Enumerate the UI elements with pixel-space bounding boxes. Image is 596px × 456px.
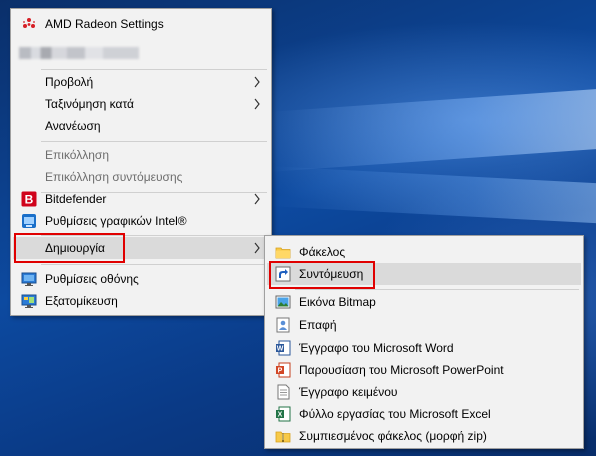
word-icon: W	[275, 340, 291, 356]
desktop-context-menu: AMD Radeon Settings Προβολή Ταξινόμηση κ…	[10, 8, 272, 316]
menu-item-label: Παρουσίαση του Microsoft PowerPoint	[299, 363, 504, 377]
menu-separator	[41, 235, 267, 236]
menu-item-label: Επαφή	[299, 318, 337, 332]
menu-item-display-settings[interactable]: Ρυθμίσεις οθόνης	[13, 268, 269, 290]
submenu-item-excel-worksheet[interactable]: X Φύλλο εργασίας του Microsoft Excel	[267, 403, 581, 425]
menu-item-label: Επικόλληση συντόμευσης	[45, 170, 183, 184]
menu-item-label: Έγγραφο κειμένου	[299, 385, 398, 399]
text-document-icon	[275, 384, 291, 400]
chevron-right-icon	[254, 242, 260, 254]
menu-item-paste: Επικόλληση	[13, 144, 269, 166]
menu-item-label: Προβολή	[45, 75, 94, 89]
menu-item-new[interactable]: Δημιουργία	[13, 237, 269, 259]
shortcut-icon	[275, 266, 291, 282]
submenu-item-word-document[interactable]: W Έγγραφο του Microsoft Word	[267, 337, 581, 359]
menu-item-paste-shortcut: Επικόλληση συντόμευσης	[13, 166, 269, 188]
menu-item-label: Ρυθμίσεις γραφικών Intel®	[45, 214, 187, 228]
chevron-right-icon	[254, 76, 260, 88]
menu-item-label: Συμπιεσμένος φάκελος (μορφή zip)	[299, 429, 487, 443]
menu-item-personalize[interactable]: Εξατομίκευση	[13, 290, 269, 312]
redacted-blur	[19, 47, 139, 59]
menu-item-label: Έγγραφο του Microsoft Word	[299, 341, 454, 355]
svg-text:X: X	[278, 412, 283, 419]
amd-radeon-icon	[21, 16, 37, 32]
menu-separator	[41, 264, 267, 265]
menu-item-label: Συντόμευση	[299, 267, 364, 281]
intel-graphics-icon	[21, 213, 37, 229]
menu-item-label: Εξατομίκευση	[45, 294, 118, 308]
menu-item-redacted[interactable]	[13, 42, 269, 62]
menu-item-view[interactable]: Προβολή	[13, 71, 269, 93]
submenu-item-powerpoint-presentation[interactable]: P Παρουσίαση του Microsoft PowerPoint	[267, 359, 581, 381]
menu-item-refresh[interactable]: Ανανέωση	[13, 115, 269, 137]
svg-text:B: B	[25, 193, 34, 207]
menu-item-label: Ρυθμίσεις οθόνης	[45, 272, 139, 286]
menu-item-label: Bitdefender	[45, 192, 107, 206]
menu-item-label: Φάκελος	[299, 245, 346, 259]
menu-item-intel-graphics-settings[interactable]: Ρυθμίσεις γραφικών Intel®	[13, 210, 269, 232]
submenu-item-contact[interactable]: Επαφή	[267, 314, 581, 336]
menu-item-label: Εικόνα Bitmap	[299, 295, 376, 309]
zip-folder-icon	[275, 428, 291, 444]
menu-separator	[41, 69, 267, 70]
excel-icon: X	[275, 406, 291, 422]
menu-separator	[41, 141, 267, 142]
chevron-right-icon	[254, 98, 260, 110]
menu-separator	[295, 289, 579, 290]
submenu-item-text-document[interactable]: Έγγραφο κειμένου	[267, 381, 581, 403]
display-settings-icon	[21, 271, 37, 287]
folder-icon	[275, 244, 291, 260]
menu-item-label: AMD Radeon Settings	[45, 17, 164, 31]
svg-text:P: P	[278, 368, 283, 375]
chevron-right-icon	[254, 193, 260, 205]
svg-text:W: W	[277, 346, 284, 353]
contact-icon	[275, 317, 291, 333]
menu-item-amd-radeon-settings[interactable]: AMD Radeon Settings	[13, 13, 269, 35]
submenu-item-shortcut[interactable]: Συντόμευση	[267, 263, 581, 285]
wallpaper-light-beam	[270, 166, 596, 224]
personalize-icon	[21, 293, 37, 309]
bitmap-icon	[275, 294, 291, 310]
menu-item-label: Φύλλο εργασίας του Microsoft Excel	[299, 407, 491, 421]
powerpoint-icon: P	[275, 362, 291, 378]
menu-item-label: Ταξινόμηση κατά	[45, 97, 134, 111]
menu-item-label: Επικόλληση	[45, 148, 110, 162]
menu-item-bitdefender[interactable]: B Bitdefender	[13, 188, 269, 210]
bitdefender-icon: B	[21, 191, 37, 207]
new-submenu: Φάκελος Συντόμευση Εικόνα Bitmap Επαφή W…	[264, 235, 584, 449]
menu-item-label: Δημιουργία	[45, 241, 105, 255]
submenu-item-folder[interactable]: Φάκελος	[267, 241, 581, 263]
wallpaper-light-beam	[270, 88, 596, 172]
submenu-item-zip-folder[interactable]: Συμπιεσμένος φάκελος (μορφή zip)	[267, 425, 581, 447]
menu-item-label: Ανανέωση	[45, 119, 101, 133]
submenu-item-bitmap[interactable]: Εικόνα Bitmap	[267, 291, 581, 313]
menu-item-sort-by[interactable]: Ταξινόμηση κατά	[13, 93, 269, 115]
